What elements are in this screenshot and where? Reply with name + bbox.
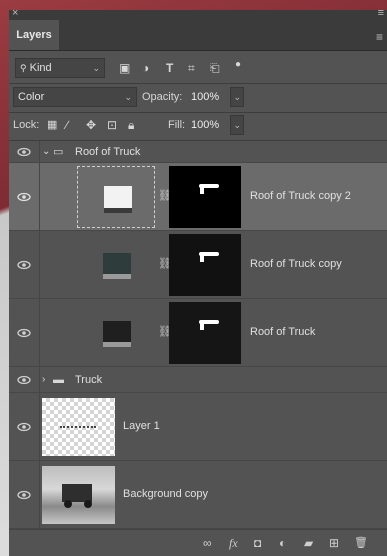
blend-mode-value: Color bbox=[18, 91, 45, 103]
fill-label: Fill: bbox=[168, 119, 186, 131]
shape-filter-icon[interactable]: ⌗ bbox=[188, 61, 195, 75]
lock-row: Lock: ▦ ∕ ✥ ⊡ 🔒︎ Fill: 100% ⌄ bbox=[9, 115, 387, 135]
gutter bbox=[39, 461, 40, 528]
fill-value[interactable]: 100% bbox=[191, 115, 219, 135]
divider bbox=[9, 83, 387, 84]
layer-group-roof-of-truck[interactable]: ⌄ ▭ Roof of Truck bbox=[9, 141, 387, 163]
layer-layer-1[interactable]: Layer 1 bbox=[9, 393, 387, 461]
opacity-value[interactable]: 100% bbox=[191, 87, 219, 107]
layer-roof-of-truck[interactable]: ⛓ Roof of Truck bbox=[9, 299, 387, 367]
gutter bbox=[39, 163, 40, 230]
gutter bbox=[39, 299, 40, 366]
search-icon: ⚲ bbox=[20, 63, 27, 73]
lock-artboard-icon[interactable]: ⊡ bbox=[107, 118, 117, 132]
mask-shape bbox=[200, 186, 204, 194]
folder-icon: ▭ bbox=[53, 146, 64, 158]
layer-name: Truck bbox=[75, 374, 103, 386]
lock-brush-icon[interactable]: ∕ bbox=[66, 118, 68, 132]
new-group-icon[interactable]: ▰ bbox=[304, 536, 313, 550]
blend-row: Color ⌄ Opacity: 100% ⌄ bbox=[9, 87, 387, 107]
lock-position-icon[interactable]: ✥ bbox=[86, 118, 96, 132]
chevron-down-icon[interactable]: ⌄ bbox=[42, 145, 50, 159]
mask-thumbnail[interactable] bbox=[169, 234, 241, 296]
layer-name: Roof of Truck copy bbox=[250, 258, 342, 270]
layer-name: Roof of Truck bbox=[250, 326, 316, 338]
opacity-dropdown[interactable]: ⌄ bbox=[230, 87, 244, 107]
gutter bbox=[39, 231, 40, 298]
tab-layers[interactable]: Layers bbox=[9, 20, 59, 50]
chevron-down-icon: ⌄ bbox=[92, 63, 100, 73]
panel-tabs: Layers ≡ bbox=[9, 20, 387, 51]
opacity-label: Opacity: bbox=[142, 91, 183, 103]
gutter bbox=[39, 393, 40, 460]
chevron-down-icon: ⌄ bbox=[124, 92, 132, 102]
layer-background-copy[interactable]: Background copy bbox=[9, 461, 387, 529]
visibility-eye-icon[interactable] bbox=[17, 147, 31, 157]
visibility-eye-icon[interactable] bbox=[17, 192, 31, 202]
type-filter-icon[interactable]: T bbox=[166, 61, 173, 75]
visibility-eye-icon[interactable] bbox=[17, 328, 31, 338]
layer-name: Layer 1 bbox=[123, 420, 160, 432]
divider bbox=[9, 112, 387, 113]
layers-panel: × ≡ Layers ≡ ⚲ Kind ⌄ ▣ ◑ T ⌗ ⎗ ● Color … bbox=[9, 7, 387, 556]
adjustment-layer-icon[interactable]: ◐ bbox=[279, 536, 286, 550]
visibility-eye-icon[interactable] bbox=[17, 490, 31, 500]
visibility-eye-icon[interactable] bbox=[17, 260, 31, 270]
layer-roof-of-truck-copy-2[interactable]: ⛓ Roof of Truck copy 2 bbox=[9, 163, 387, 231]
thumbnail-content bbox=[64, 500, 72, 508]
mask-shape bbox=[200, 322, 204, 330]
lock-all-icon[interactable]: 🔒︎ bbox=[128, 118, 134, 132]
kind-label: Kind bbox=[29, 62, 52, 74]
chevron-right-icon[interactable]: › bbox=[42, 373, 45, 387]
gutter bbox=[39, 141, 40, 162]
adjustment-filter-icon[interactable]: ◑ bbox=[142, 61, 149, 75]
chevron-down-icon: ⌄ bbox=[233, 92, 241, 102]
blend-mode-dropdown[interactable]: Color ⌄ bbox=[13, 87, 137, 107]
layer-thumbnail bbox=[103, 321, 131, 347]
new-layer-icon[interactable]: ⊞ bbox=[329, 536, 339, 550]
visibility-eye-icon[interactable] bbox=[17, 422, 31, 432]
smart-object-filter-icon[interactable]: ⎗ bbox=[210, 61, 220, 75]
mask-shape bbox=[200, 254, 204, 262]
layer-name: Background copy bbox=[123, 488, 208, 500]
thumbnail-content bbox=[84, 500, 92, 508]
lock-label: Lock: bbox=[13, 119, 40, 131]
image-filter-icon[interactable]: ▣ bbox=[119, 61, 130, 75]
layers-bottom-toolbar: ∞ fx ◘ ◐ ▰ ⊞ 🗑 bbox=[9, 529, 387, 556]
gutter bbox=[39, 367, 40, 392]
close-panel-icon[interactable]: × bbox=[12, 7, 18, 19]
layer-group-truck[interactable]: › ▬ Truck bbox=[9, 367, 387, 393]
panel-menu-icon[interactable]: ≡ bbox=[376, 30, 383, 44]
mask-thumbnail[interactable] bbox=[169, 302, 241, 364]
layer-name: Roof of Truck bbox=[75, 146, 141, 158]
kind-filter-dropdown[interactable]: ⚲ Kind ⌄ bbox=[15, 58, 105, 78]
link-layers-icon[interactable]: ∞ bbox=[203, 536, 212, 550]
mask-thumbnail[interactable] bbox=[169, 166, 241, 228]
folder-icon: ▬ bbox=[53, 374, 64, 386]
layer-thumbnail-frame bbox=[77, 166, 155, 228]
layer-thumbnail bbox=[42, 466, 115, 524]
trash-icon[interactable]: 🗑 bbox=[354, 536, 368, 550]
layer-roof-of-truck-copy[interactable]: ⛓ Roof of Truck copy bbox=[9, 231, 387, 299]
visibility-eye-icon[interactable] bbox=[17, 375, 31, 385]
add-mask-icon[interactable]: ◘ bbox=[254, 536, 261, 550]
fx-icon[interactable]: fx bbox=[229, 536, 238, 550]
layer-thumbnail bbox=[103, 253, 131, 279]
lock-transparent-icon[interactable]: ▦ bbox=[47, 118, 57, 132]
chevron-down-icon: ⌄ bbox=[233, 120, 241, 130]
filter-toggle-icon[interactable]: ● bbox=[235, 58, 241, 72]
panel-topbar: × ≡ bbox=[9, 7, 387, 20]
filter-row: ⚲ Kind ⌄ ▣ ◑ T ⌗ ⎗ ● bbox=[9, 58, 387, 78]
layer-thumbnail bbox=[42, 398, 115, 456]
layer-name: Roof of Truck copy 2 bbox=[250, 190, 351, 202]
thumbnail-content bbox=[60, 426, 96, 434]
fill-dropdown[interactable]: ⌄ bbox=[230, 115, 244, 135]
layer-thumbnail bbox=[104, 186, 132, 213]
panel-grip-icon[interactable]: ≡ bbox=[378, 7, 384, 19]
